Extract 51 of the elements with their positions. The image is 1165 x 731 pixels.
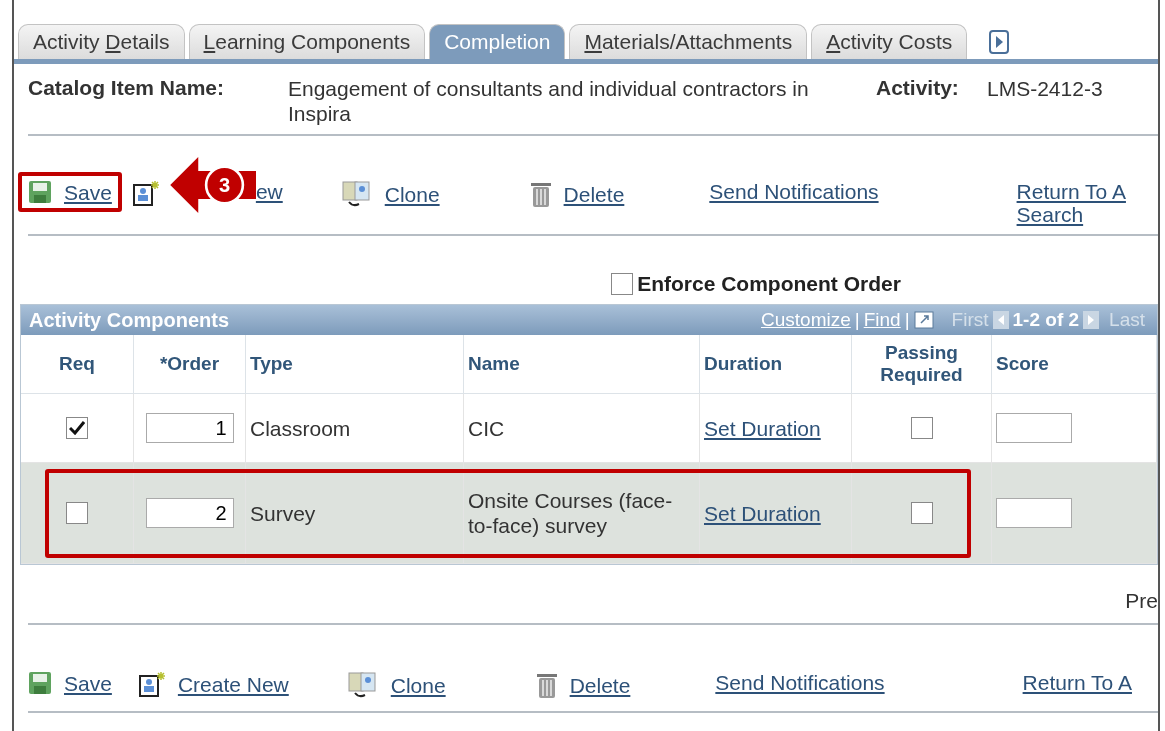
table-cell: CIC	[468, 415, 505, 441]
trash-can-icon	[535, 671, 558, 699]
trash-can-icon	[529, 180, 552, 208]
required-checkbox[interactable]	[66, 417, 88, 439]
tab[interactable]: Activity Details	[18, 24, 185, 59]
required-checkbox[interactable]	[66, 502, 88, 524]
activity-value: LMS-2412-3	[987, 76, 1104, 102]
tab[interactable]: Materials/Attachments	[569, 24, 808, 59]
person-card-icon	[137, 671, 166, 697]
set-duration-link[interactable]: Set Duration	[704, 500, 821, 526]
first-label: First	[951, 309, 989, 331]
last-label: Last	[1109, 309, 1145, 331]
activity-label: Activity:	[876, 76, 960, 101]
notify-link[interactable]: Send Notifications	[699, 172, 889, 211]
table-cell-text: Onsite Courses (face-to-face) survey	[468, 488, 674, 538]
return-link[interactable]: Return To A Search	[1006, 172, 1152, 234]
next-tab-icon[interactable]	[989, 29, 1010, 54]
separator: |	[904, 309, 910, 331]
score-field[interactable]	[996, 498, 1072, 528]
person-card-icon	[131, 180, 160, 206]
catalog-item-value: Engagement of consultants and individual contractors in Inspira	[288, 76, 810, 126]
set-duration-link[interactable]: Set Duration	[704, 415, 821, 441]
grid-title: Activity Components	[29, 308, 231, 332]
two-cards-icon	[346, 671, 379, 699]
page-range: 1-2 of 2	[1012, 309, 1080, 331]
save-link[interactable]: Save	[18, 172, 122, 212]
save-link[interactable]: Save	[18, 663, 122, 703]
callout-arrow-drawing: 3	[170, 157, 258, 213]
tab[interactable]: Activity Costs	[811, 24, 968, 59]
create-link[interactable]: ew	[255, 172, 293, 211]
order-field[interactable]: 1	[145, 413, 234, 443]
table-cell: Survey	[250, 500, 316, 526]
catalog-item-label: Catalog Item Name:	[28, 76, 226, 101]
passing-required-checkbox[interactable]	[910, 502, 933, 524]
create-link[interactable]: Create New	[127, 663, 299, 705]
order-field[interactable]: 2	[145, 498, 234, 528]
previous-link-text[interactable]: Pre	[1125, 589, 1158, 612]
clone-link[interactable]: Clone	[336, 663, 456, 707]
return-link[interactable]: Return To A	[1012, 663, 1142, 702]
two-cards-icon	[340, 180, 373, 208]
score-field[interactable]	[996, 413, 1072, 443]
passing-required-checkbox[interactable]	[910, 417, 933, 439]
tab[interactable]: Learning Components	[188, 24, 426, 59]
table-cell: Classroom	[250, 415, 351, 441]
delete-link[interactable]: Delete	[525, 663, 641, 707]
notify-link[interactable]: Send Notifications	[705, 663, 895, 702]
delete-link[interactable]: Delete	[519, 172, 635, 216]
view-all-icon[interactable]	[913, 311, 934, 329]
separator: |	[854, 309, 860, 331]
enforce-order-checkbox[interactable]: Enforce Component Order	[611, 272, 901, 296]
clone-link[interactable]: Clone	[330, 172, 450, 216]
